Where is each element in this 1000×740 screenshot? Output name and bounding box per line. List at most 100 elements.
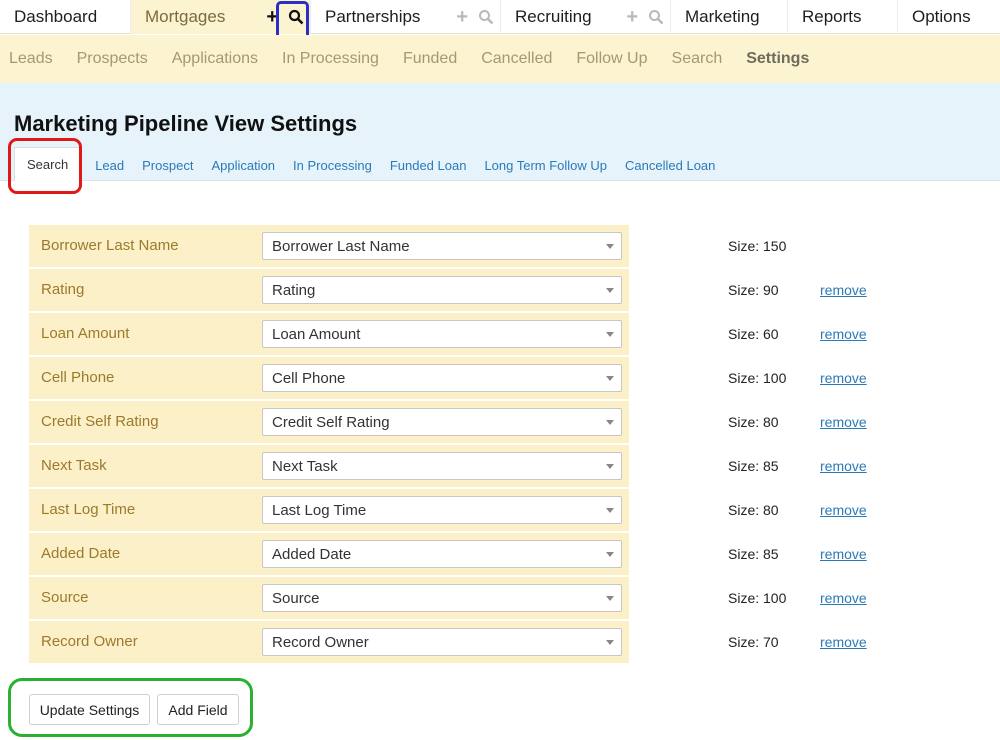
tab-mortgages-label: Mortgages — [145, 7, 226, 26]
field-label: Credit Self Rating — [41, 413, 159, 430]
field-row: Borrower Last Name Borrower Last Name Si… — [29, 225, 786, 267]
subnav-leads[interactable]: Leads — [9, 50, 53, 68]
field-select[interactable]: Added Date — [262, 540, 622, 568]
field-label: Last Log Time — [41, 501, 136, 518]
tab-dashboard-label: Dashboard — [14, 7, 98, 26]
subnav-prospects[interactable]: Prospects — [77, 50, 148, 68]
field-select[interactable]: Loan Amount — [262, 320, 622, 348]
field-row: Rating Rating Size: 90 remove — [29, 269, 867, 311]
field-row: Record Owner Record Owner Size: 70 remov… — [29, 621, 867, 663]
subnav-funded[interactable]: Funded — [403, 50, 457, 68]
dropdown-arrow-icon — [606, 464, 614, 469]
tab-funded-loan[interactable]: Funded Loan — [390, 149, 467, 181]
field-row: Next Task Next Task Size: 85 remove — [29, 445, 867, 487]
remove-link[interactable]: remove — [820, 502, 867, 518]
dropdown-arrow-icon — [606, 640, 614, 645]
remove-link[interactable]: remove — [820, 634, 867, 650]
field-size: Size: 85 — [728, 458, 779, 474]
remove-link[interactable]: remove — [820, 414, 867, 430]
field-select[interactable]: Cell Phone — [262, 364, 622, 392]
update-settings-button[interactable]: Update Settings — [29, 694, 150, 725]
subnav-in-processing[interactable]: In Processing — [282, 50, 379, 68]
dropdown-arrow-icon — [606, 332, 614, 337]
pipeline-tabs: Search Lead Prospect Application In Proc… — [14, 147, 733, 181]
field-select-value: Borrower Last Name — [272, 237, 410, 255]
field-row: Credit Self Rating Credit Self Rating Si… — [29, 401, 867, 443]
page-title: Marketing Pipeline View Settings — [14, 111, 358, 136]
field-size: Size: 85 — [728, 546, 779, 562]
field-select[interactable]: Source — [262, 584, 622, 612]
tab-reports[interactable]: Reports — [788, 0, 898, 34]
field-select[interactable]: Borrower Last Name — [262, 232, 622, 260]
tab-application[interactable]: Application — [211, 149, 275, 181]
remove-link[interactable]: remove — [820, 370, 867, 386]
subnav-follow-up[interactable]: Follow Up — [576, 50, 647, 68]
field-size: Size: 100 — [728, 590, 787, 606]
top-nav: Dashboard Mortgages + Partnerships + Rec… — [0, 0, 1000, 34]
field-row: Cell Phone Cell Phone Size: 100 remove — [29, 357, 867, 399]
field-select[interactable]: Rating — [262, 276, 622, 304]
tab-prospect[interactable]: Prospect — [142, 149, 193, 181]
tab-cancelled-loan[interactable]: Cancelled Loan — [625, 149, 715, 181]
dropdown-arrow-icon — [606, 288, 614, 293]
subnav-search[interactable]: Search — [672, 50, 723, 68]
field-label: Next Task — [41, 457, 107, 474]
search-icon[interactable] — [648, 9, 664, 25]
tab-partnerships[interactable]: Partnerships + — [311, 0, 501, 34]
field-select[interactable]: Credit Self Rating — [262, 408, 622, 436]
remove-link[interactable]: remove — [820, 326, 867, 342]
field-label: Cell Phone — [41, 369, 115, 386]
dropdown-arrow-icon — [606, 596, 614, 601]
dropdown-arrow-icon — [606, 420, 614, 425]
field-select-value: Record Owner — [272, 633, 369, 651]
field-row: Last Log Time Last Log Time Size: 80 rem… — [29, 489, 867, 531]
dropdown-arrow-icon — [606, 244, 614, 249]
field-label: Rating — [41, 281, 85, 298]
subnav-cancelled[interactable]: Cancelled — [481, 50, 552, 68]
add-field-button[interactable]: Add Field — [157, 694, 239, 725]
field-size: Size: 70 — [728, 634, 779, 650]
field-row: Loan Amount Loan Amount Size: 60 remove — [29, 313, 867, 355]
tab-options-label: Options — [912, 7, 971, 26]
remove-link[interactable]: remove — [820, 458, 867, 474]
remove-link[interactable]: remove — [820, 590, 867, 606]
search-tab-highlight-box — [8, 138, 82, 194]
tab-long-term-follow-up[interactable]: Long Term Follow Up — [484, 149, 607, 181]
field-size: Size: 60 — [728, 326, 779, 342]
tab-dashboard[interactable]: Dashboard — [0, 0, 131, 34]
field-select-value: Loan Amount — [272, 325, 361, 343]
field-select[interactable]: Last Log Time — [262, 496, 622, 524]
subnav-settings[interactable]: Settings — [746, 50, 809, 68]
plus-icon[interactable]: + — [626, 7, 638, 27]
field-label: Loan Amount — [41, 325, 130, 342]
tab-marketing[interactable]: Marketing — [671, 0, 788, 34]
field-size: Size: 100 — [728, 370, 787, 386]
sub-nav: Leads Prospects Applications In Processi… — [0, 35, 1000, 83]
field-size: Size: 80 — [728, 502, 779, 518]
dropdown-arrow-icon — [606, 376, 614, 381]
dropdown-arrow-icon — [606, 552, 614, 557]
plus-icon[interactable]: + — [456, 7, 468, 27]
field-select-value: Cell Phone — [272, 369, 346, 387]
field-select-value: Source — [272, 589, 320, 607]
tab-options[interactable]: Options — [898, 0, 1000, 34]
field-label: Record Owner — [41, 633, 138, 650]
field-select[interactable]: Record Owner — [262, 628, 622, 656]
header-panel: Marketing Pipeline View Settings Search … — [0, 83, 1000, 181]
field-select[interactable]: Next Task — [262, 452, 622, 480]
tab-lead[interactable]: Lead — [95, 149, 124, 181]
tab-partnerships-label: Partnerships — [325, 7, 421, 26]
tab-in-processing[interactable]: In Processing — [293, 149, 372, 181]
tab-recruiting-label: Recruiting — [515, 7, 592, 26]
tab-recruiting[interactable]: Recruiting + — [501, 0, 671, 34]
remove-link[interactable]: remove — [820, 546, 867, 562]
subnav-applications[interactable]: Applications — [172, 50, 258, 68]
remove-link[interactable]: remove — [820, 282, 867, 298]
field-size: Size: 90 — [728, 282, 779, 298]
search-icon[interactable] — [478, 9, 494, 25]
field-select-value: Last Log Time — [272, 501, 367, 519]
field-label: Added Date — [41, 545, 121, 562]
tab-reports-label: Reports — [802, 7, 862, 26]
field-select-value: Rating — [272, 281, 316, 299]
field-size: Size: 80 — [728, 414, 779, 430]
